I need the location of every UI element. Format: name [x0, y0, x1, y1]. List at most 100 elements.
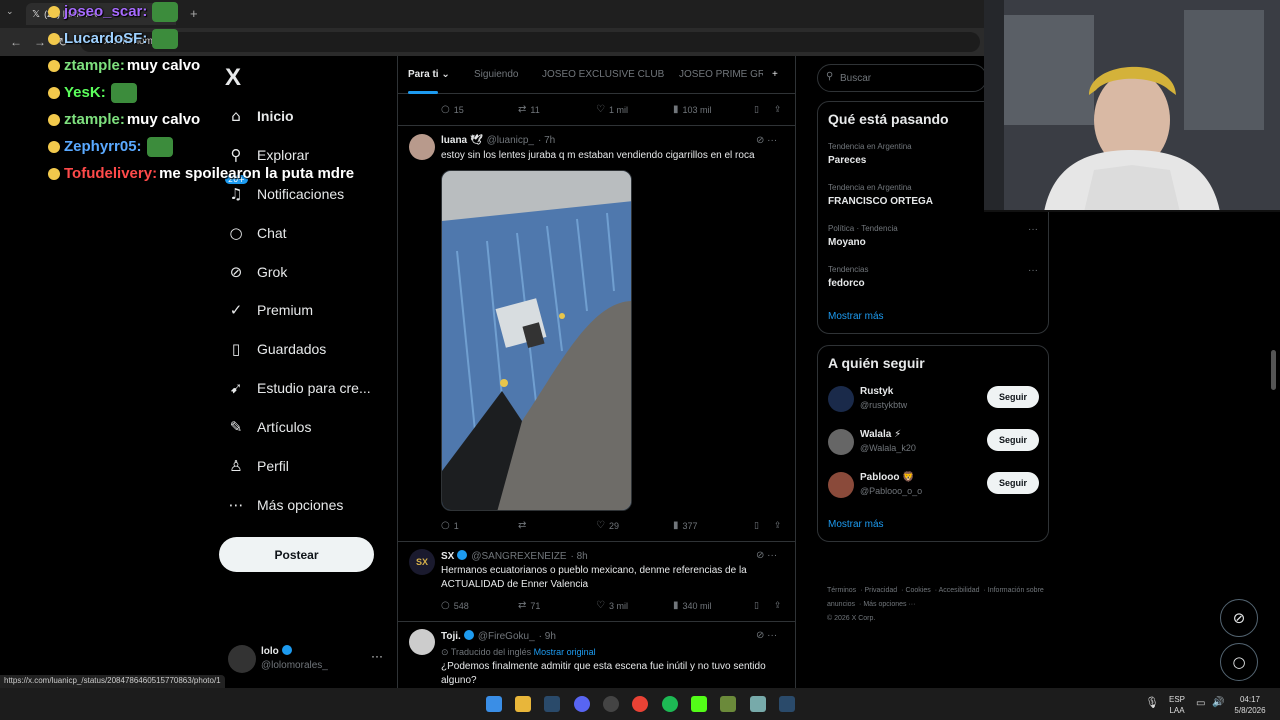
sidebar-item-grok[interactable]: ⊘ Grok — [225, 263, 288, 281]
network-icon[interactable]: ▭ — [1196, 698, 1205, 709]
avatar[interactable] — [409, 629, 435, 655]
trend-item[interactable]: Política · Tendencia Moyano ··· — [828, 224, 1038, 248]
steam-icon[interactable] — [779, 696, 795, 712]
app-icon[interactable] — [750, 696, 766, 712]
footer-link[interactable]: Términos — [827, 587, 856, 594]
views-button[interactable]: ▮ 103 mil — [673, 104, 712, 115]
follow-suggestion[interactable]: Rustyk @rustykbtw Seguir — [828, 384, 1040, 414]
like-button[interactable]: ♡ 29 — [596, 520, 619, 531]
views-button[interactable]: ▮ 340 mil — [673, 600, 712, 611]
reply-button[interactable]: ○ 15 — [441, 104, 464, 115]
clock[interactable]: 04:17 5/8/2026 — [1230, 694, 1270, 716]
tweet-author[interactable]: Toji. @FireGoku_ · 9h — [441, 630, 556, 642]
tweet-menu-icon[interactable]: ⊘ ··· — [756, 550, 777, 561]
tweet-menu-icon[interactable]: ⊘ ··· — [756, 135, 777, 146]
tweet-photo[interactable] — [441, 170, 632, 511]
sidebar-item-notificaciones[interactable]: ♫ 20+ Notificaciones — [225, 175, 344, 203]
steam-icon[interactable] — [544, 696, 560, 712]
windows-start-icon[interactable] — [486, 696, 502, 712]
show-more-link[interactable]: Mostrar más — [828, 519, 884, 530]
tab-search-icon[interactable]: ⌄ — [6, 6, 14, 17]
more-icon[interactable]: ··· — [371, 649, 383, 663]
footer-link[interactable]: Información sobre anuncios — [827, 587, 1044, 608]
reply-button[interactable]: ○ 1 — [441, 520, 459, 531]
kick-icon[interactable] — [691, 696, 707, 712]
messages-fab-icon[interactable]: ○ — [1220, 643, 1258, 681]
minecraft-icon[interactable] — [720, 696, 736, 712]
forward-icon[interactable]: → — [34, 35, 46, 49]
share-icon[interactable]: ⇪ — [774, 104, 782, 115]
footer-link[interactable]: Privacidad — [864, 587, 897, 594]
tab-joseo-exclusive-club[interactable]: JOSEO EXCLUSIVE CLUB — [542, 69, 664, 80]
sidebar-item-perfil[interactable]: ♙ Perfil — [225, 457, 289, 475]
tweet-author[interactable]: luana 🕊 @luanicp_ · 7h — [441, 135, 555, 146]
tab-para-ti[interactable]: Para ti ⌄ — [408, 69, 450, 80]
follow-button[interactable]: Seguir — [987, 429, 1039, 451]
sidebar-item-mas[interactable]: ⋯ Más opciones — [225, 496, 344, 514]
footer-link[interactable]: Más opciones ··· — [863, 601, 915, 608]
chat-badge-icon — [48, 167, 60, 180]
avatar[interactable] — [409, 134, 435, 160]
chat-text: me spoilearon la puta mdre — [159, 165, 355, 182]
follow-suggestion[interactable]: Pablooo 🦁 @Pablooo_o_o Seguir — [828, 470, 1040, 500]
bookmark-icon[interactable]: ▯ — [754, 104, 759, 115]
chat-message: joseo_scar: — [48, 0, 398, 25]
avatar[interactable]: SX — [409, 549, 435, 575]
repost-button[interactable]: ⇄ 11 — [518, 104, 540, 115]
search-input[interactable]: ⚲ Buscar — [817, 64, 987, 92]
add-tab-icon[interactable]: + — [772, 69, 778, 80]
scrollbar[interactable] — [1271, 350, 1276, 390]
follow-button[interactable]: Seguir — [987, 472, 1039, 494]
show-more-link[interactable]: Mostrar más — [828, 311, 884, 322]
repost-button[interactable]: ⇄ 71 — [518, 600, 540, 611]
sidebar-item-premium[interactable]: ✓ Premium — [225, 301, 313, 319]
sidebar-item-guardados[interactable]: ▯ Guardados — [225, 340, 326, 358]
views-button[interactable]: ▮ 377 — [673, 520, 698, 531]
show-original-link[interactable]: Mostrar original — [534, 647, 596, 657]
obs-icon[interactable] — [603, 696, 619, 712]
mic-icon[interactable]: 🎙 — [1145, 698, 1159, 709]
sidebar-item-estudio[interactable]: ➹ Estudio para cre... — [225, 379, 371, 397]
post-button[interactable]: Postear — [219, 537, 374, 572]
chat-username: joseo_scar: — [64, 3, 148, 20]
sidebar-item-label: Chat — [257, 225, 287, 241]
footer-link[interactable]: Cookies — [905, 587, 930, 594]
share-icon[interactable]: ⇪ — [774, 600, 782, 611]
account-switcher[interactable]: lolo @lolomorales_ ··· — [228, 643, 388, 677]
copyright: © 2026 X Corp. — [827, 615, 876, 622]
grok-fab-icon[interactable]: ⊘ — [1220, 599, 1258, 637]
sidebar-item-chat[interactable]: ○ Chat — [225, 224, 287, 242]
reply-button[interactable]: ○ 548 — [441, 600, 469, 611]
sidebar-item-articulos[interactable]: ✎ Artículos — [225, 418, 312, 436]
bookmark-icon[interactable]: ▯ — [754, 600, 759, 611]
trend-more-icon[interactable]: ··· — [1028, 265, 1038, 276]
grok-icon: ⊘ — [229, 263, 243, 281]
file-explorer-icon[interactable] — [515, 696, 531, 712]
footer-link[interactable]: Accesibilidad — [939, 587, 980, 594]
chrome-icon[interactable] — [632, 696, 648, 712]
volume-icon[interactable]: 🔊 — [1212, 697, 1224, 708]
divider — [398, 621, 795, 622]
bookmark-icon[interactable]: ▯ — [754, 520, 759, 531]
like-button[interactable]: ♡ 3 mil — [596, 600, 628, 611]
tweet-menu-icon[interactable]: ⊘ ··· — [756, 630, 777, 641]
tab-siguiendo[interactable]: Siguiendo — [474, 69, 518, 80]
chat-message: ztample: muy calvo — [48, 106, 398, 133]
tweet-text: estoy sin los lentes juraba q m estaban … — [441, 150, 755, 161]
discord-icon[interactable] — [574, 696, 590, 712]
tab-joseo-prime[interactable]: JOSEO PRIME GR — [679, 69, 763, 80]
follow-button[interactable]: Seguir — [987, 386, 1039, 408]
article-icon: ✎ — [229, 418, 243, 436]
tweet-author[interactable]: SX @SANGREXENEIZE · 8h — [441, 550, 588, 562]
trend-more-icon[interactable]: ··· — [1028, 224, 1038, 235]
follow-suggestion[interactable]: Walala ⚡ @Walala_k20 Seguir — [828, 427, 1040, 457]
back-icon[interactable]: ← — [10, 35, 22, 49]
trend-item[interactable]: Tendencias fedorco ··· — [828, 265, 1038, 289]
spotify-icon[interactable] — [662, 696, 678, 712]
language-indicator[interactable]: ESP LAA — [1166, 694, 1188, 716]
sidebar-item-label: Grok — [257, 264, 288, 280]
like-button[interactable]: ♡ 1 mil — [596, 104, 628, 115]
taskbar: 🎙 ESP LAA ▭ 🔊 04:17 5/8/2026 — [0, 688, 1280, 720]
share-icon[interactable]: ⇪ — [774, 520, 782, 531]
repost-button[interactable]: ⇄ — [518, 520, 530, 531]
